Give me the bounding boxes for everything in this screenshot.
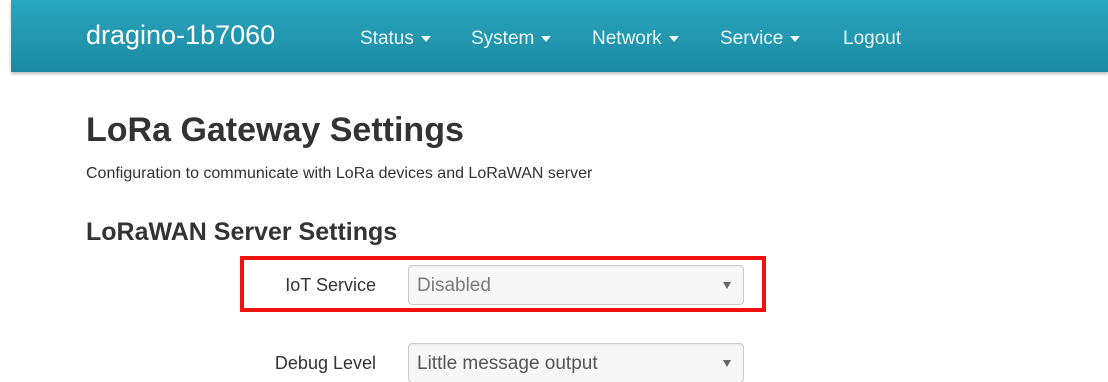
nav-service-label: Service xyxy=(720,28,784,49)
nav-status[interactable]: Status xyxy=(360,26,431,52)
brand-link[interactable]: dragino-1b7060 xyxy=(86,18,275,52)
nav-system[interactable]: System xyxy=(471,26,552,52)
debug-level-label: Debug Level xyxy=(274,353,376,373)
chevron-down-icon xyxy=(541,35,552,42)
iot-service-label: IoT Service xyxy=(285,275,376,295)
chevron-down-icon xyxy=(668,35,679,42)
page-description: Configuration to communicate with LoRa d… xyxy=(86,165,593,182)
nav-service[interactable]: Service xyxy=(720,26,801,52)
nav-system-label: System xyxy=(471,28,535,49)
nav-network-label: Network xyxy=(592,28,662,49)
chevron-down-icon xyxy=(420,35,431,42)
nav-status-label: Status xyxy=(360,28,414,49)
debug-level-value: Little message output xyxy=(417,353,598,374)
page-root: dragino-1b7060 Status System Network Ser… xyxy=(0,0,1108,382)
debug-level-select[interactable]: Little message output xyxy=(408,343,744,382)
section-title: LoRaWAN Server Settings xyxy=(86,218,398,246)
nav-logout-label: Logout xyxy=(843,28,902,49)
dropdown-arrow-icon xyxy=(723,360,731,367)
iot-service-select[interactable]: Disabled xyxy=(408,265,744,305)
iot-service-value: Disabled xyxy=(417,275,491,296)
nav-network[interactable]: Network xyxy=(592,26,679,52)
chevron-down-icon xyxy=(790,35,801,42)
dropdown-arrow-icon xyxy=(723,282,731,289)
nav-logout[interactable]: Logout xyxy=(843,26,901,52)
top-navbar: dragino-1b7060 Status System Network Ser… xyxy=(11,0,1108,72)
page-title: LoRa Gateway Settings xyxy=(86,111,464,149)
